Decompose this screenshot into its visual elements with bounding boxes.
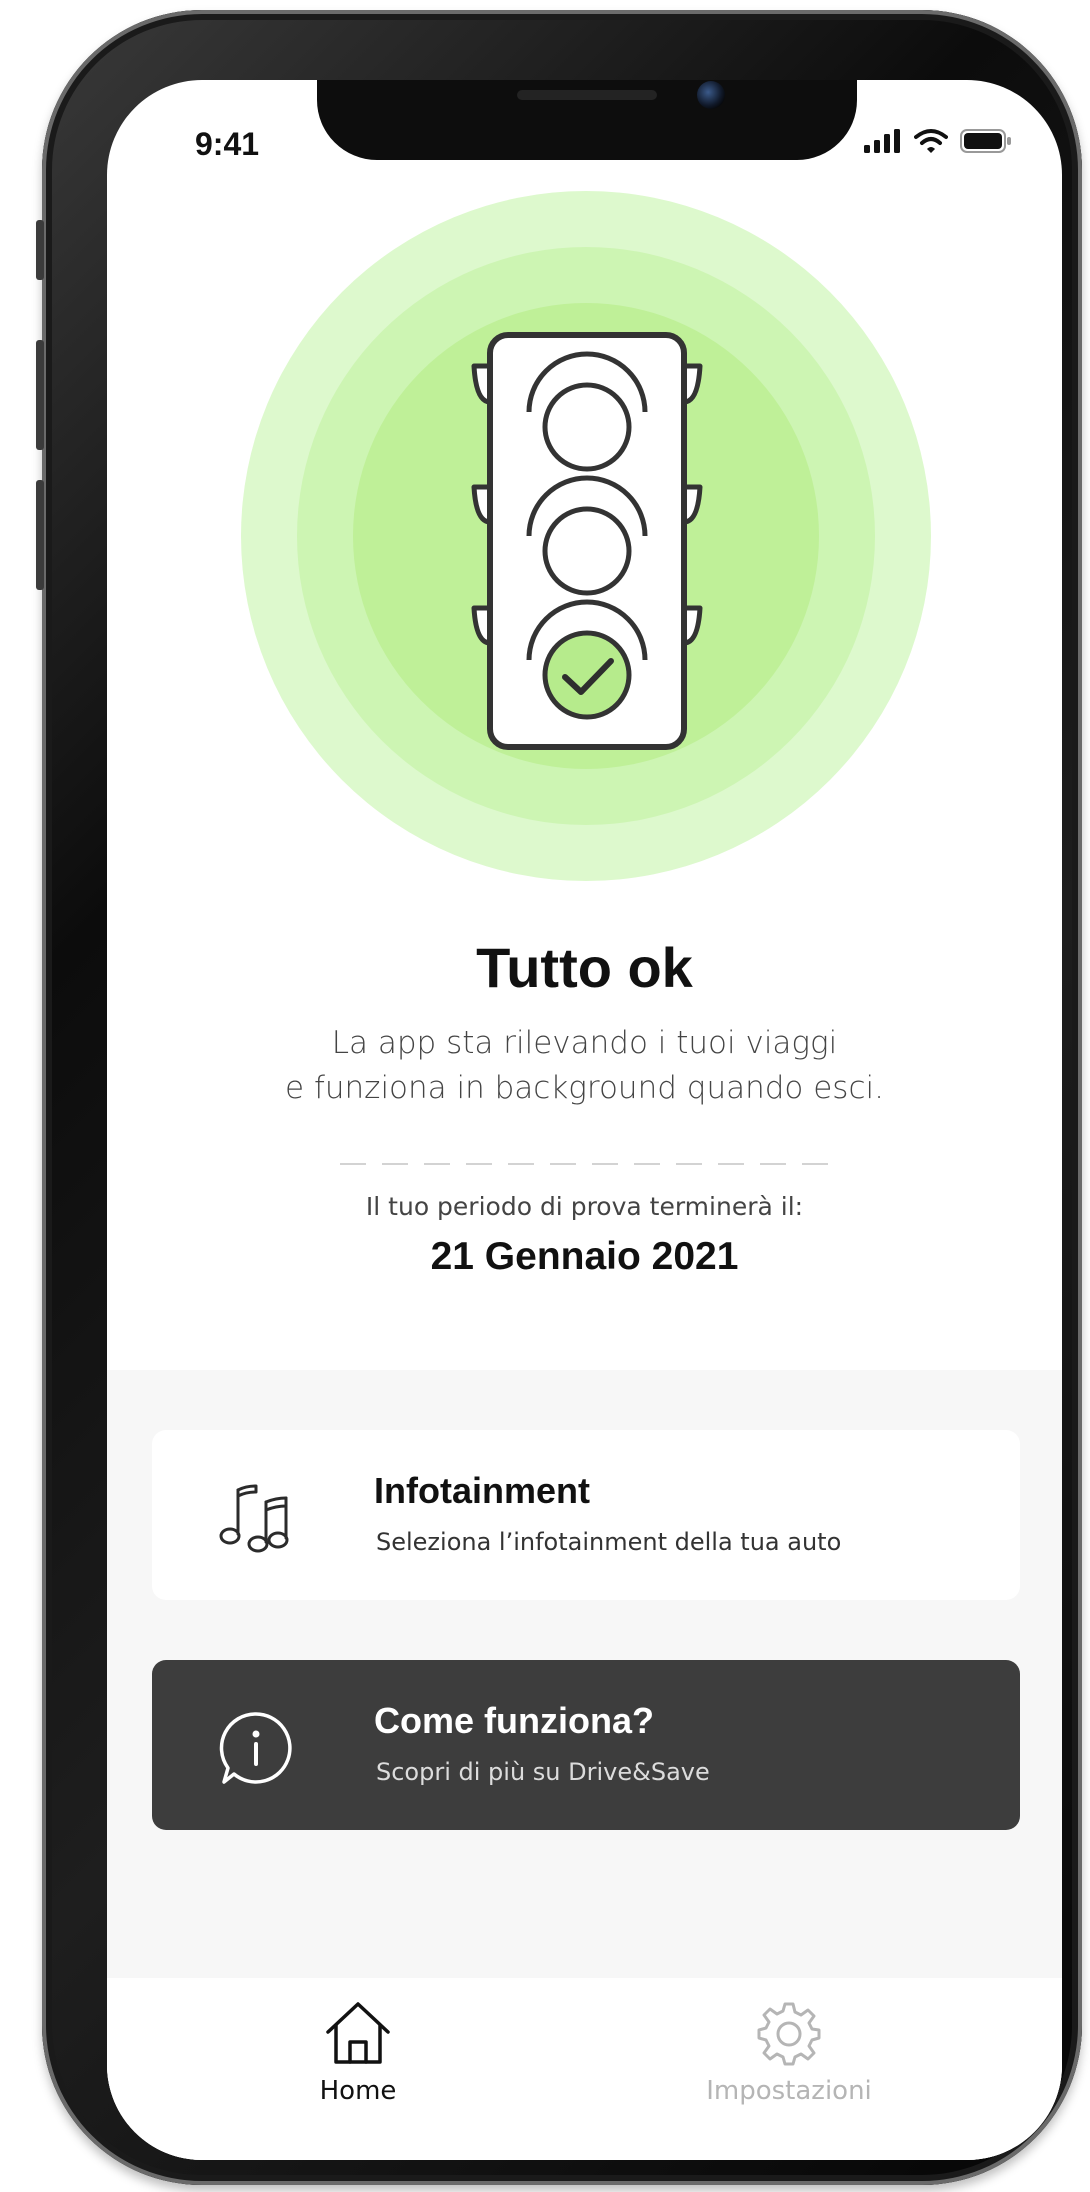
status-title: Tutto ok xyxy=(476,936,693,999)
notch xyxy=(317,80,857,160)
volume-down-button xyxy=(36,480,44,590)
info-bubble-icon xyxy=(219,1712,292,1784)
traffic-light-icon xyxy=(471,332,703,750)
tab-home-label: Home xyxy=(319,2076,397,2106)
tab-bar: Home Impostazioni xyxy=(107,1978,1062,2160)
speaker-grille xyxy=(517,90,657,100)
status-time: 9:41 xyxy=(195,126,260,162)
infotainment-card[interactable]: Infotainment Seleziona l’infotainment de… xyxy=(152,1430,1020,1600)
dashed-divider xyxy=(340,1163,834,1165)
music-notes-icon xyxy=(219,1484,289,1553)
tab-settings-label: Impostazioni xyxy=(706,2076,872,2106)
battery-icon xyxy=(960,129,1011,153)
how-it-works-card[interactable]: Come funziona? Scopri di più su Drive&Sa… xyxy=(152,1660,1020,1830)
how-it-works-subtitle: Scopri di più su Drive&Save xyxy=(376,1758,710,1786)
tab-settings[interactable]: Impostazioni xyxy=(689,1998,889,2106)
gear-icon xyxy=(757,2002,821,2066)
wifi-icon xyxy=(914,129,948,153)
infotainment-subtitle: Seleziona l’infotainment della tua auto xyxy=(376,1528,842,1556)
status-description-line1: La app sta rilevando i tuoi viaggi xyxy=(331,1025,838,1061)
infotainment-title: Infotainment xyxy=(374,1470,590,1511)
signal-icon xyxy=(864,129,900,153)
app-screen: 9:41 Tutto ok La app sta rilevando i tuo… xyxy=(107,80,1062,2160)
status-icons xyxy=(864,126,1012,156)
trial-end-date: 21 Gennaio 2021 xyxy=(430,1235,739,1278)
status-description-line2: e funziona in background quando esci. xyxy=(285,1070,884,1106)
volume-up-button xyxy=(36,340,44,450)
home-icon xyxy=(326,2002,390,2064)
how-it-works-title: Come funziona? xyxy=(374,1700,654,1741)
front-camera xyxy=(697,81,725,109)
trial-end-label: Il tuo periodo di prova terminerà il: xyxy=(365,1192,804,1221)
mute-switch xyxy=(36,220,44,280)
tab-home[interactable]: Home xyxy=(258,1998,458,2106)
